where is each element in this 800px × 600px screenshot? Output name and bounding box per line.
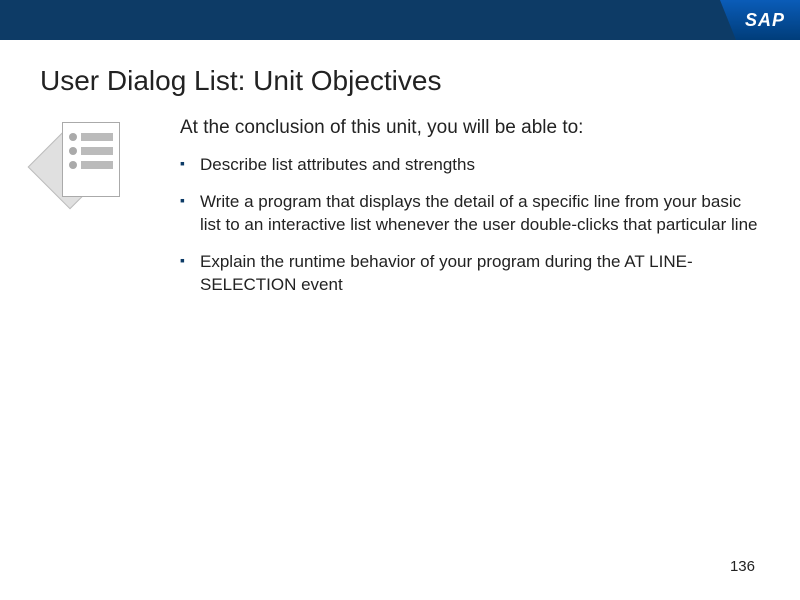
intro-text: At the conclusion of this unit, you will…	[180, 117, 760, 139]
page-number: 136	[730, 558, 755, 575]
header-bar: SAP	[0, 0, 800, 40]
objective-item: Describe list attributes and strengths	[180, 154, 760, 177]
content-area: At the conclusion of this unit, you will…	[0, 117, 800, 311]
sap-logo-text: SAP	[745, 10, 785, 31]
sap-logo: SAP	[720, 0, 800, 40]
objectives-list: Describe list attributes and strengths W…	[180, 154, 760, 297]
text-column: At the conclusion of this unit, you will…	[150, 117, 760, 311]
slide-title: User Dialog List: Unit Objectives	[0, 40, 800, 117]
objective-item: Write a program that displays the detail…	[180, 191, 760, 237]
objectives-list-icon	[40, 122, 140, 212]
icon-column	[40, 117, 150, 311]
objective-item: Explain the runtime behavior of your pro…	[180, 251, 760, 297]
